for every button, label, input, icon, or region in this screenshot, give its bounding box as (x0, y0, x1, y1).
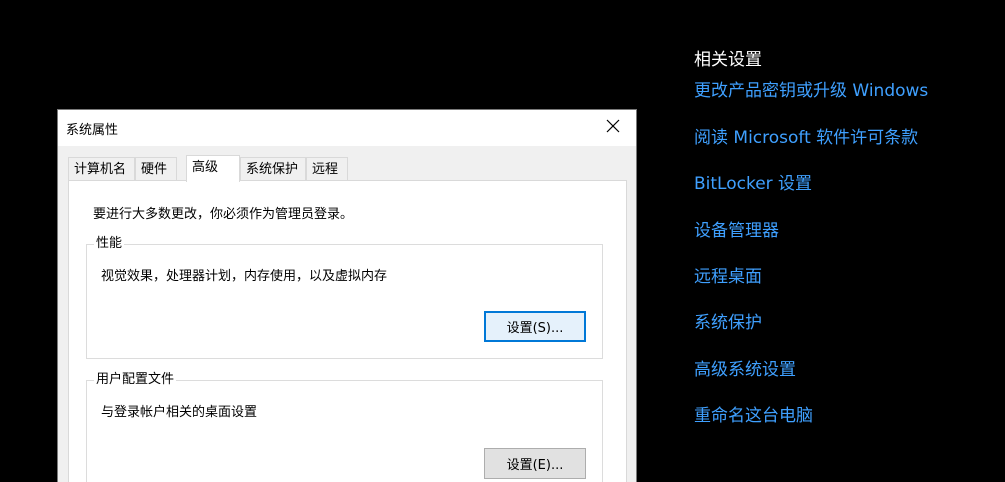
dialog-title: 系统属性 (66, 123, 119, 138)
link-system-protection[interactable]: 系统保护 (694, 310, 762, 336)
admin-notice: 要进行大多数更改，你必须作为管理员登录。 (93, 207, 354, 222)
tab-hardware[interactable]: 硬件 (135, 157, 177, 181)
link-bitlocker-settings[interactable]: BitLocker 设置 (694, 171, 812, 197)
close-icon (606, 118, 620, 137)
tab-system-protection[interactable]: 系统保护 (240, 157, 306, 181)
performance-group: 性能 视觉效果，处理器计划，内存使用，以及虚拟内存 设置(S)... (86, 236, 603, 359)
related-settings-title: 相关设置 (694, 50, 762, 70)
performance-settings-button[interactable]: 设置(S)... (484, 311, 586, 342)
tab-remote[interactable]: 远程 (306, 157, 348, 181)
system-properties-dialog: 系统属性 计算机名 硬件 高级 系统保护 远程 要进行大多数更改，你必须作为管理… (57, 109, 637, 482)
user-profiles-settings-button[interactable]: 设置(E)... (484, 448, 586, 479)
advanced-tab-page: 要进行大多数更改，你必须作为管理员登录。 性能 视觉效果，处理器计划，内存使用，… (68, 180, 627, 482)
link-rename-pc[interactable]: 重命名这台电脑 (694, 403, 813, 429)
tab-computer-name[interactable]: 计算机名 (68, 157, 135, 181)
close-button[interactable] (590, 110, 636, 144)
user-profiles-legend: 用户配置文件 (94, 372, 177, 388)
user-profiles-description: 与登录帐户相关的桌面设置 (101, 405, 258, 420)
tab-advanced[interactable]: 高级 (186, 155, 240, 182)
link-advanced-system-settings[interactable]: 高级系统设置 (694, 357, 796, 383)
user-profiles-group: 用户配置文件 与登录帐户相关的桌面设置 设置(E)... (86, 372, 603, 482)
link-device-manager[interactable]: 设备管理器 (694, 218, 779, 244)
link-remote-desktop[interactable]: 远程桌面 (694, 264, 762, 290)
link-read-license-terms[interactable]: 阅读 Microsoft 软件许可条款 (694, 125, 918, 151)
performance-legend: 性能 (94, 236, 125, 252)
performance-description: 视觉效果，处理器计划，内存使用，以及虚拟内存 (101, 269, 388, 284)
desktop-background: 相关设置 更改产品密钥或升级 Windows 阅读 Microsoft 软件许可… (0, 0, 1005, 482)
link-change-product-key[interactable]: 更改产品密钥或升级 Windows (694, 78, 928, 104)
dialog-titlebar[interactable]: 系统属性 (58, 110, 636, 146)
